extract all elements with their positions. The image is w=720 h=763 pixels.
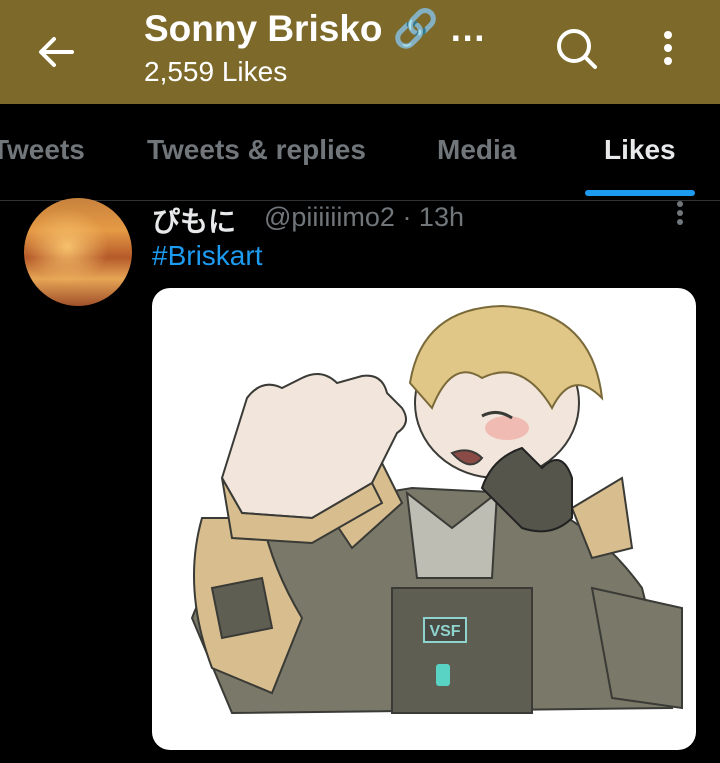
tab-likes[interactable]: Likes — [604, 134, 676, 166]
tab-tweets[interactable]: Tweets — [0, 134, 85, 166]
arrow-left-icon — [39, 37, 74, 67]
tab-tweets-replies[interactable]: Tweets & replies — [147, 134, 366, 166]
search-button[interactable] — [552, 24, 600, 72]
more-vertical-icon — [664, 31, 672, 65]
avatar[interactable] — [24, 198, 132, 306]
profile-tabs: Tweets Tweets & replies Media Likes — [0, 104, 720, 201]
likes-count: 2,559 Likes — [144, 56, 288, 87]
profile-name: Sonny Brisko 🔗 … — [144, 8, 487, 49]
profile-header: Sonny Brisko 🔗 … 2,559 Likes — [0, 0, 720, 104]
tab-media[interactable]: Media — [437, 134, 516, 166]
tweet-handle-time: @piiiiiimo2 · 13h — [264, 202, 464, 232]
tweet-author-name[interactable]: ぴもに — [152, 200, 236, 240]
tweet-hashtag[interactable]: #Briskart — [152, 240, 262, 272]
tweet-media-image[interactable]: VSF — [152, 288, 696, 750]
search-icon — [557, 29, 597, 69]
back-button[interactable] — [32, 28, 80, 76]
jacket-patch-label: VSF — [429, 623, 460, 640]
tweet-more-button[interactable] — [668, 200, 692, 228]
active-tab-indicator — [585, 190, 695, 196]
more-options-button[interactable] — [652, 24, 684, 72]
more-vertical-icon — [677, 201, 683, 225]
artwork-illustration: VSF — [190, 304, 683, 715]
